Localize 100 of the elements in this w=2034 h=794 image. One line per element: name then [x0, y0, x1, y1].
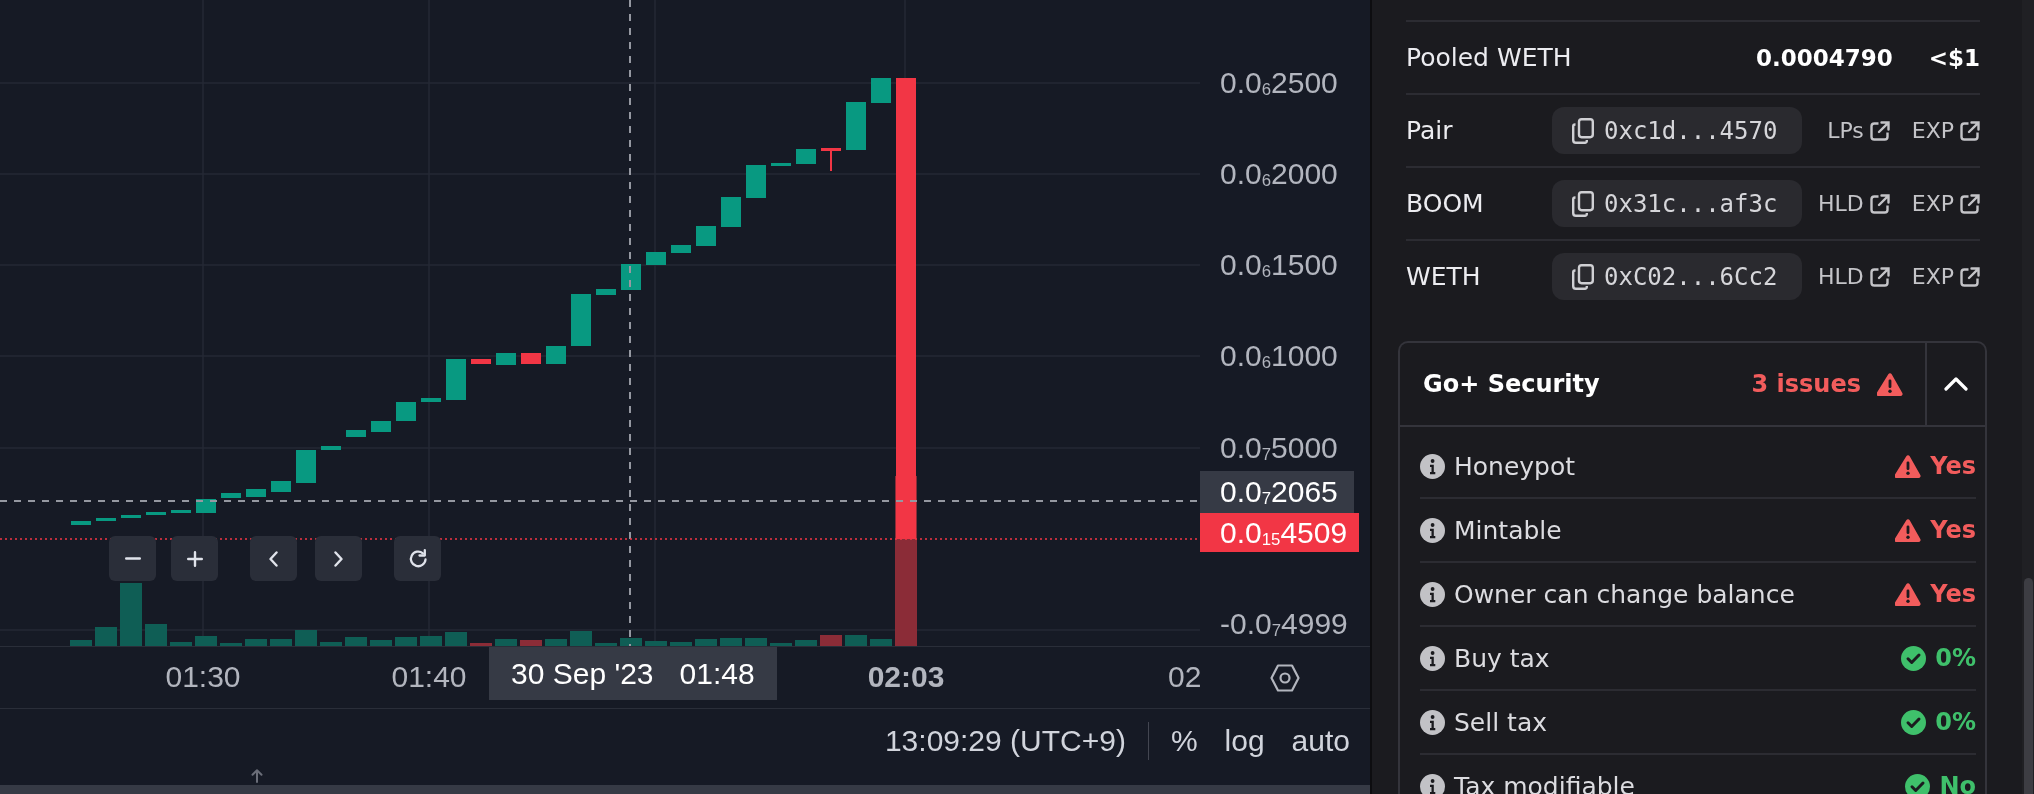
candle [171, 510, 191, 513]
copy-address-button[interactable]: 0x31c...af3c [1552, 180, 1802, 227]
price-label: 0.0$_{7}$5000 [1220, 430, 1338, 466]
reset-icon [407, 548, 428, 569]
volume-bar [345, 637, 367, 646]
price-label: 0.0$_{6}$2000 [1220, 156, 1338, 192]
external-link-icon [1869, 193, 1890, 214]
info-icon[interactable] [1420, 709, 1445, 735]
resize-handle[interactable] [0, 785, 1370, 794]
card-title: Go+ Security [1423, 370, 1600, 398]
usd-value: <$1 [1928, 44, 1980, 71]
token-label: WETH [1406, 262, 1482, 291]
volume-bar [420, 636, 442, 646]
candle [271, 481, 291, 492]
info-icon[interactable] [1420, 581, 1445, 607]
time-label: 02:03 [867, 659, 945, 695]
reset-button[interactable] [394, 536, 441, 581]
candle [471, 359, 491, 364]
info-icon[interactable] [1420, 773, 1445, 794]
scrollbar-thumb[interactable] [2024, 578, 2033, 794]
volume-bar [220, 643, 242, 646]
external-link[interactable]: EXP [1911, 264, 1980, 289]
scroll-left-button[interactable] [250, 536, 297, 581]
external-link[interactable]: LPs [1827, 118, 1890, 143]
warning-icon [1895, 454, 1922, 478]
external-link[interactable]: HLD [1818, 264, 1890, 289]
volume-bar [770, 643, 792, 646]
time-label: 02 [1168, 659, 1202, 695]
copy-icon [1572, 190, 1594, 217]
last-price-label: 0.0$_{15}$4509 [1200, 513, 1360, 552]
crosshair-time: 01:48 [679, 656, 755, 691]
chevron-left-icon [269, 550, 278, 567]
volume-bar [570, 631, 592, 646]
volume-bar [545, 639, 567, 646]
check-label: Owner can change balance [1454, 579, 1795, 609]
volume-bar [270, 639, 292, 646]
check-value: Yes [1930, 580, 1976, 608]
plus-icon [186, 550, 203, 567]
candle [571, 294, 591, 346]
candle [221, 493, 241, 498]
copy-address-button[interactable]: 0xC02...6Cc2 [1552, 253, 1802, 300]
info-icon[interactable] [1420, 453, 1445, 479]
volume-bar [795, 640, 817, 646]
candle [246, 489, 266, 497]
volume-bar [145, 624, 167, 646]
price-label: 0.0$_{6}$1000 [1220, 338, 1338, 374]
candle [146, 512, 166, 515]
candle [446, 359, 466, 400]
copy-address-button[interactable]: 0xc1d...4570 [1552, 107, 1802, 154]
warning-icon [1895, 582, 1922, 606]
candle [321, 446, 341, 450]
arrow-up-icon[interactable] [251, 768, 263, 783]
warning-icon [1895, 518, 1922, 542]
candle [771, 163, 791, 166]
check-value: No [1939, 772, 1976, 794]
volume-bar [745, 638, 767, 646]
external-link-icon [1869, 266, 1890, 287]
candle [496, 353, 516, 365]
candle [871, 78, 891, 103]
crosshair-price-label: 0.0$_{7}$2065 [1200, 471, 1354, 513]
price-label: 0.0$_{6}$2500 [1220, 65, 1338, 101]
candle [721, 197, 741, 227]
scroll-right-button[interactable] [315, 536, 362, 581]
check-label: Honeypot [1454, 451, 1576, 481]
zoom-in-button[interactable] [171, 536, 218, 581]
percent-scale-button[interactable]: % [1170, 723, 1198, 758]
external-link[interactable]: EXP [1911, 191, 1980, 216]
volume-bar [645, 641, 667, 646]
candle [346, 430, 366, 437]
auto-scale-button[interactable]: auto [1291, 723, 1350, 758]
candle [821, 148, 841, 171]
copy-icon [1572, 117, 1594, 144]
time-label: 01:30 [165, 659, 241, 695]
minus-icon [124, 557, 141, 560]
crosshair-date: 30 Sep '23 [511, 656, 654, 691]
volume-bar [845, 635, 867, 646]
candle [671, 245, 691, 253]
timezone-clock[interactable]: 13:09:29 (UTC+9) [884, 723, 1126, 758]
time-label: 01:40 [391, 659, 467, 695]
check-icon [1901, 645, 1927, 671]
info-icon[interactable] [1420, 517, 1445, 543]
info-icon[interactable] [1420, 645, 1445, 671]
candle [196, 499, 216, 513]
warning-icon [1877, 372, 1903, 396]
check-label: Tax modifiable [1454, 771, 1635, 794]
zoom-out-button[interactable] [109, 536, 156, 581]
volume-bar [820, 635, 842, 646]
chevron-right-icon [334, 550, 343, 567]
volume-bar [445, 632, 467, 646]
external-link[interactable]: EXP [1911, 118, 1980, 143]
volume-bar [170, 642, 192, 646]
volume-bar [670, 642, 692, 646]
settings-icon[interactable] [1270, 663, 1300, 692]
log-scale-button[interactable]: log [1224, 723, 1265, 758]
check-value: 0% [1935, 644, 1976, 672]
external-link-icon [1960, 120, 1980, 141]
volume-bar [295, 630, 317, 646]
external-link[interactable]: HLD [1818, 191, 1890, 216]
volume-bar [120, 583, 142, 646]
candle [521, 353, 541, 364]
